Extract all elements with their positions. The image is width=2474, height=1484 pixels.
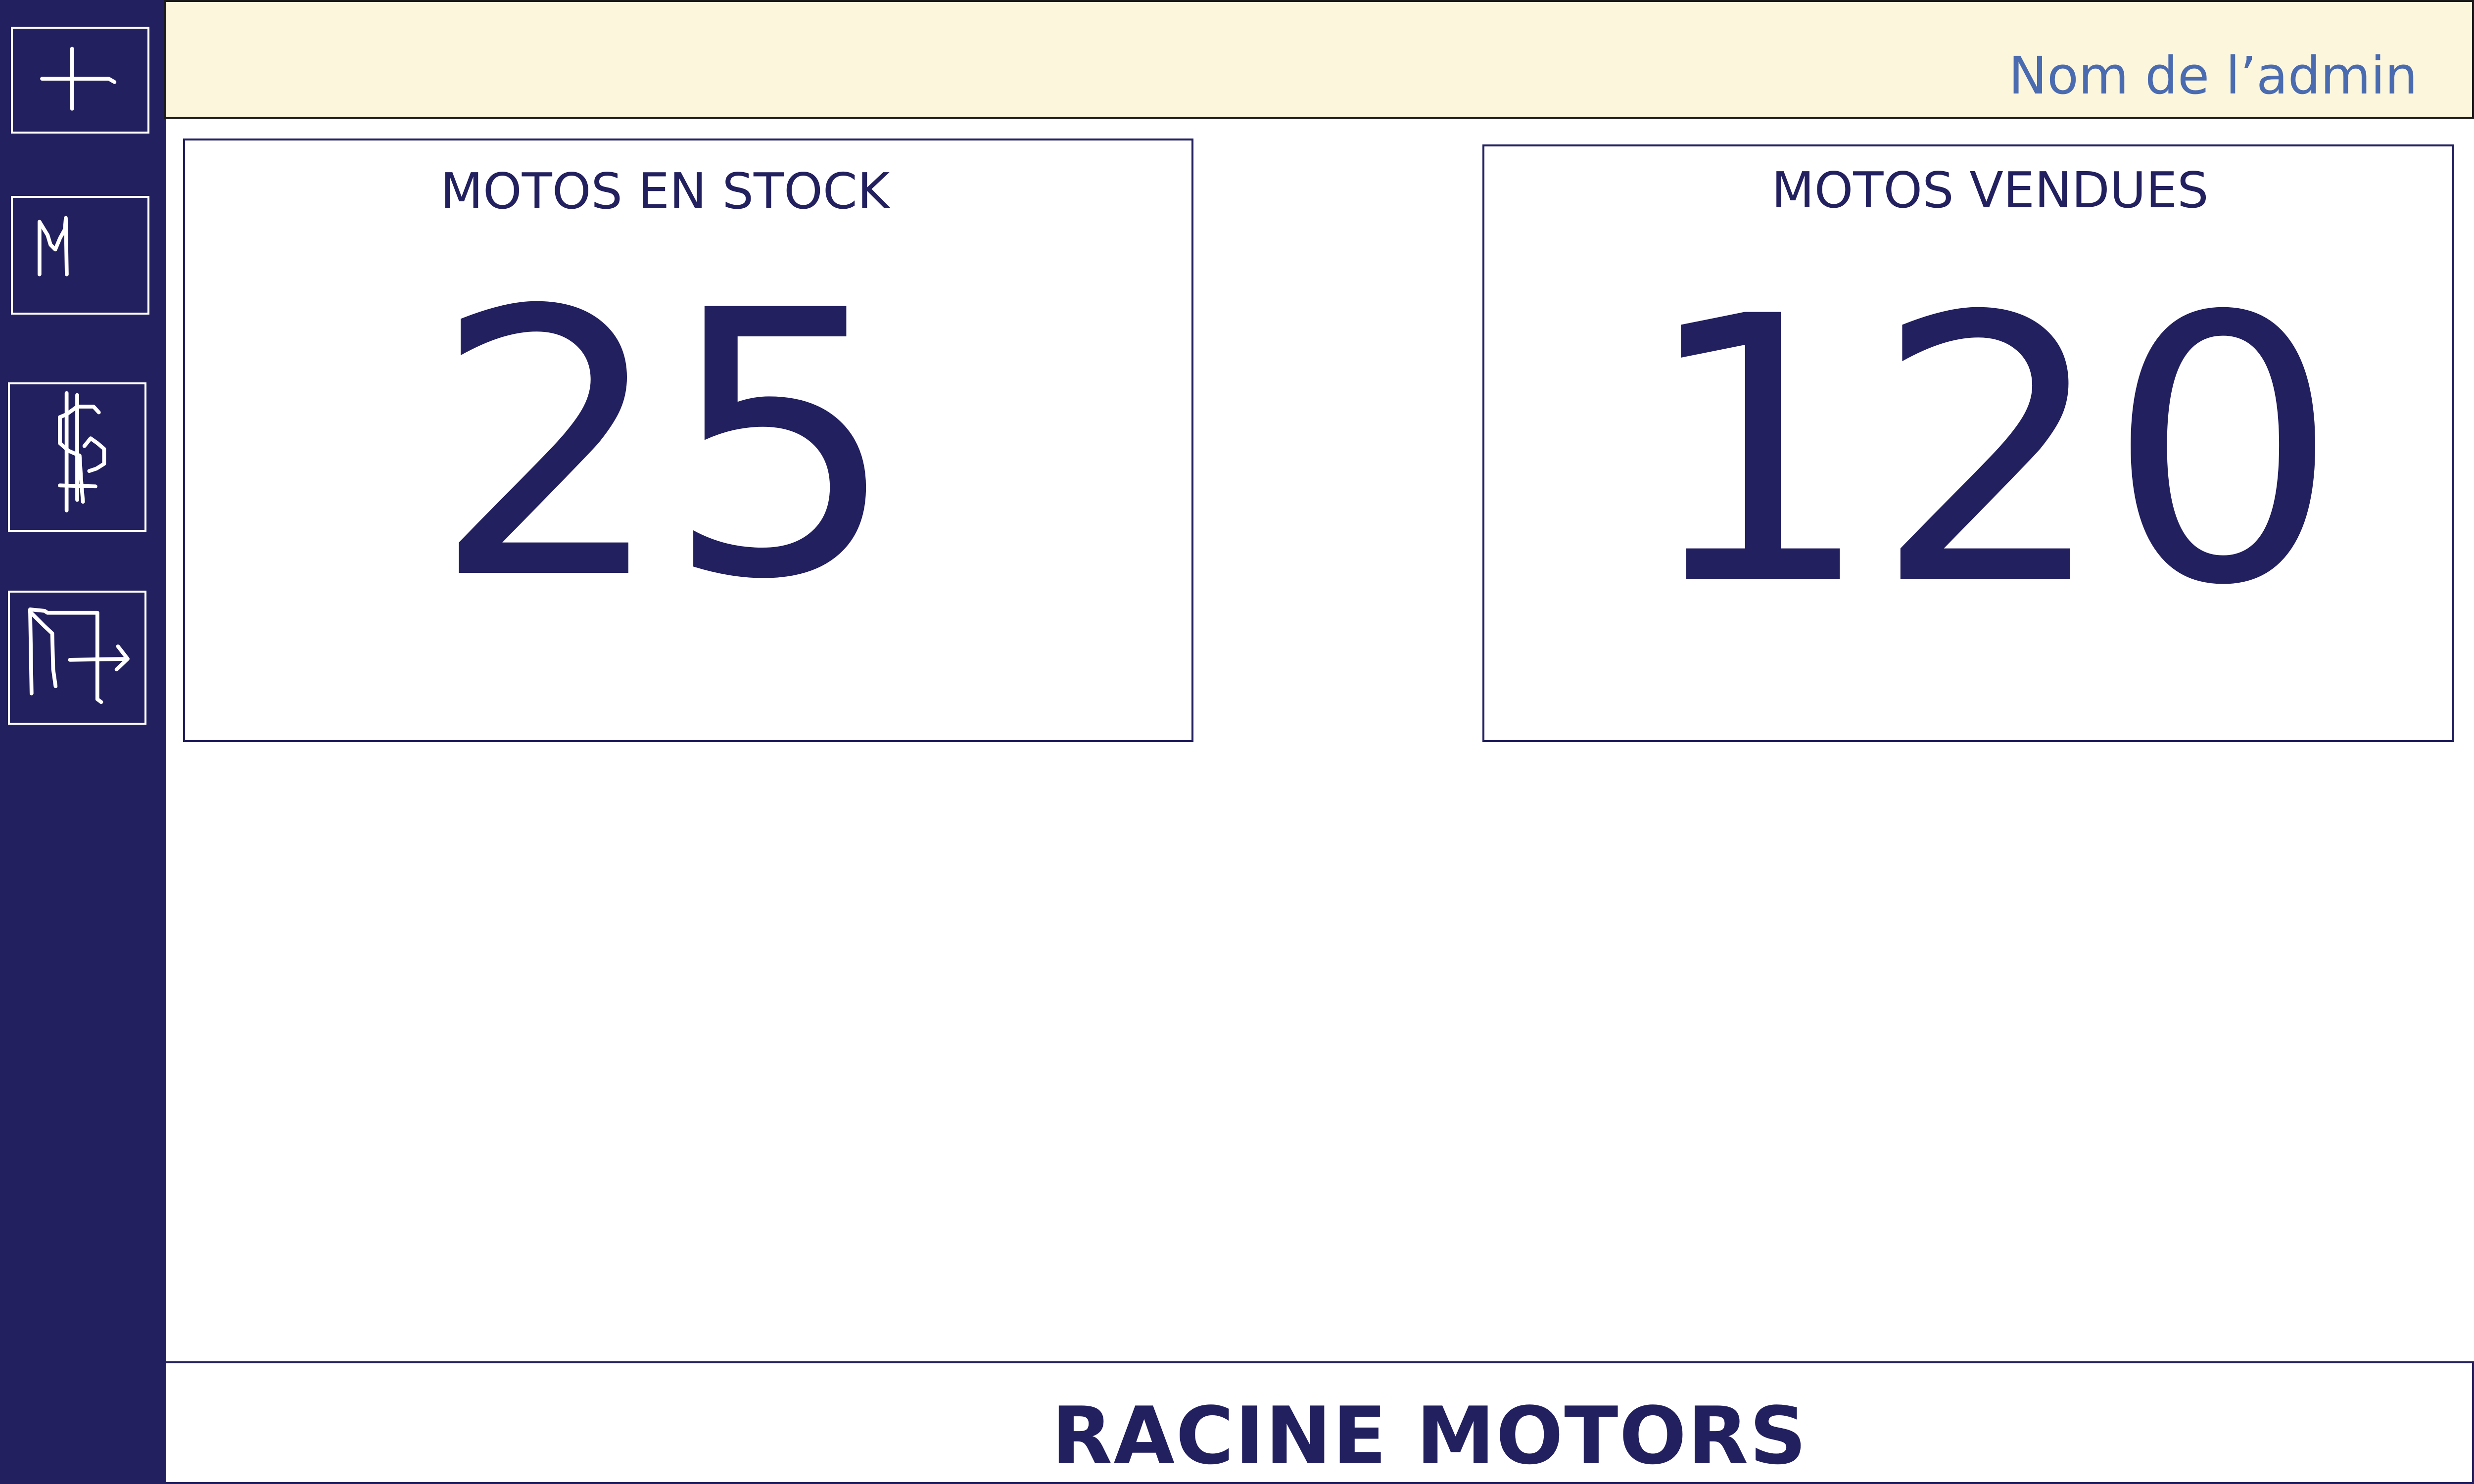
dollar-icon xyxy=(58,391,106,512)
motorcycle-icon xyxy=(37,216,69,277)
sales-button[interactable] xyxy=(8,382,146,532)
header-bar: Nom de l’admin xyxy=(164,0,2474,119)
footer-bar: RACINE MOTORS xyxy=(164,1361,2474,1484)
add-button[interactable] xyxy=(11,27,149,134)
stock-label: MOTOS EN STOCK xyxy=(440,162,890,220)
stock-count: 25 xyxy=(432,233,898,659)
logout-button[interactable] xyxy=(8,591,146,725)
brand-name: RACINE MOTORS xyxy=(1051,1390,1808,1482)
plus-icon xyxy=(40,46,117,111)
logout-icon xyxy=(28,607,130,704)
sold-count: 120 xyxy=(1640,239,2340,665)
motos-button[interactable] xyxy=(11,196,149,315)
sidebar xyxy=(0,0,166,1484)
admin-name[interactable]: Nom de l’admin xyxy=(2008,46,2418,106)
dashboard: Nom de l’admin MOTOS EN STOCK 25 MOTOS V… xyxy=(0,0,2474,1484)
sold-card: MOTOS VENDUES 120 xyxy=(1482,144,2454,742)
sold-label: MOTOS VENDUES xyxy=(1771,161,2209,219)
stock-card: MOTOS EN STOCK 25 xyxy=(183,139,1193,742)
